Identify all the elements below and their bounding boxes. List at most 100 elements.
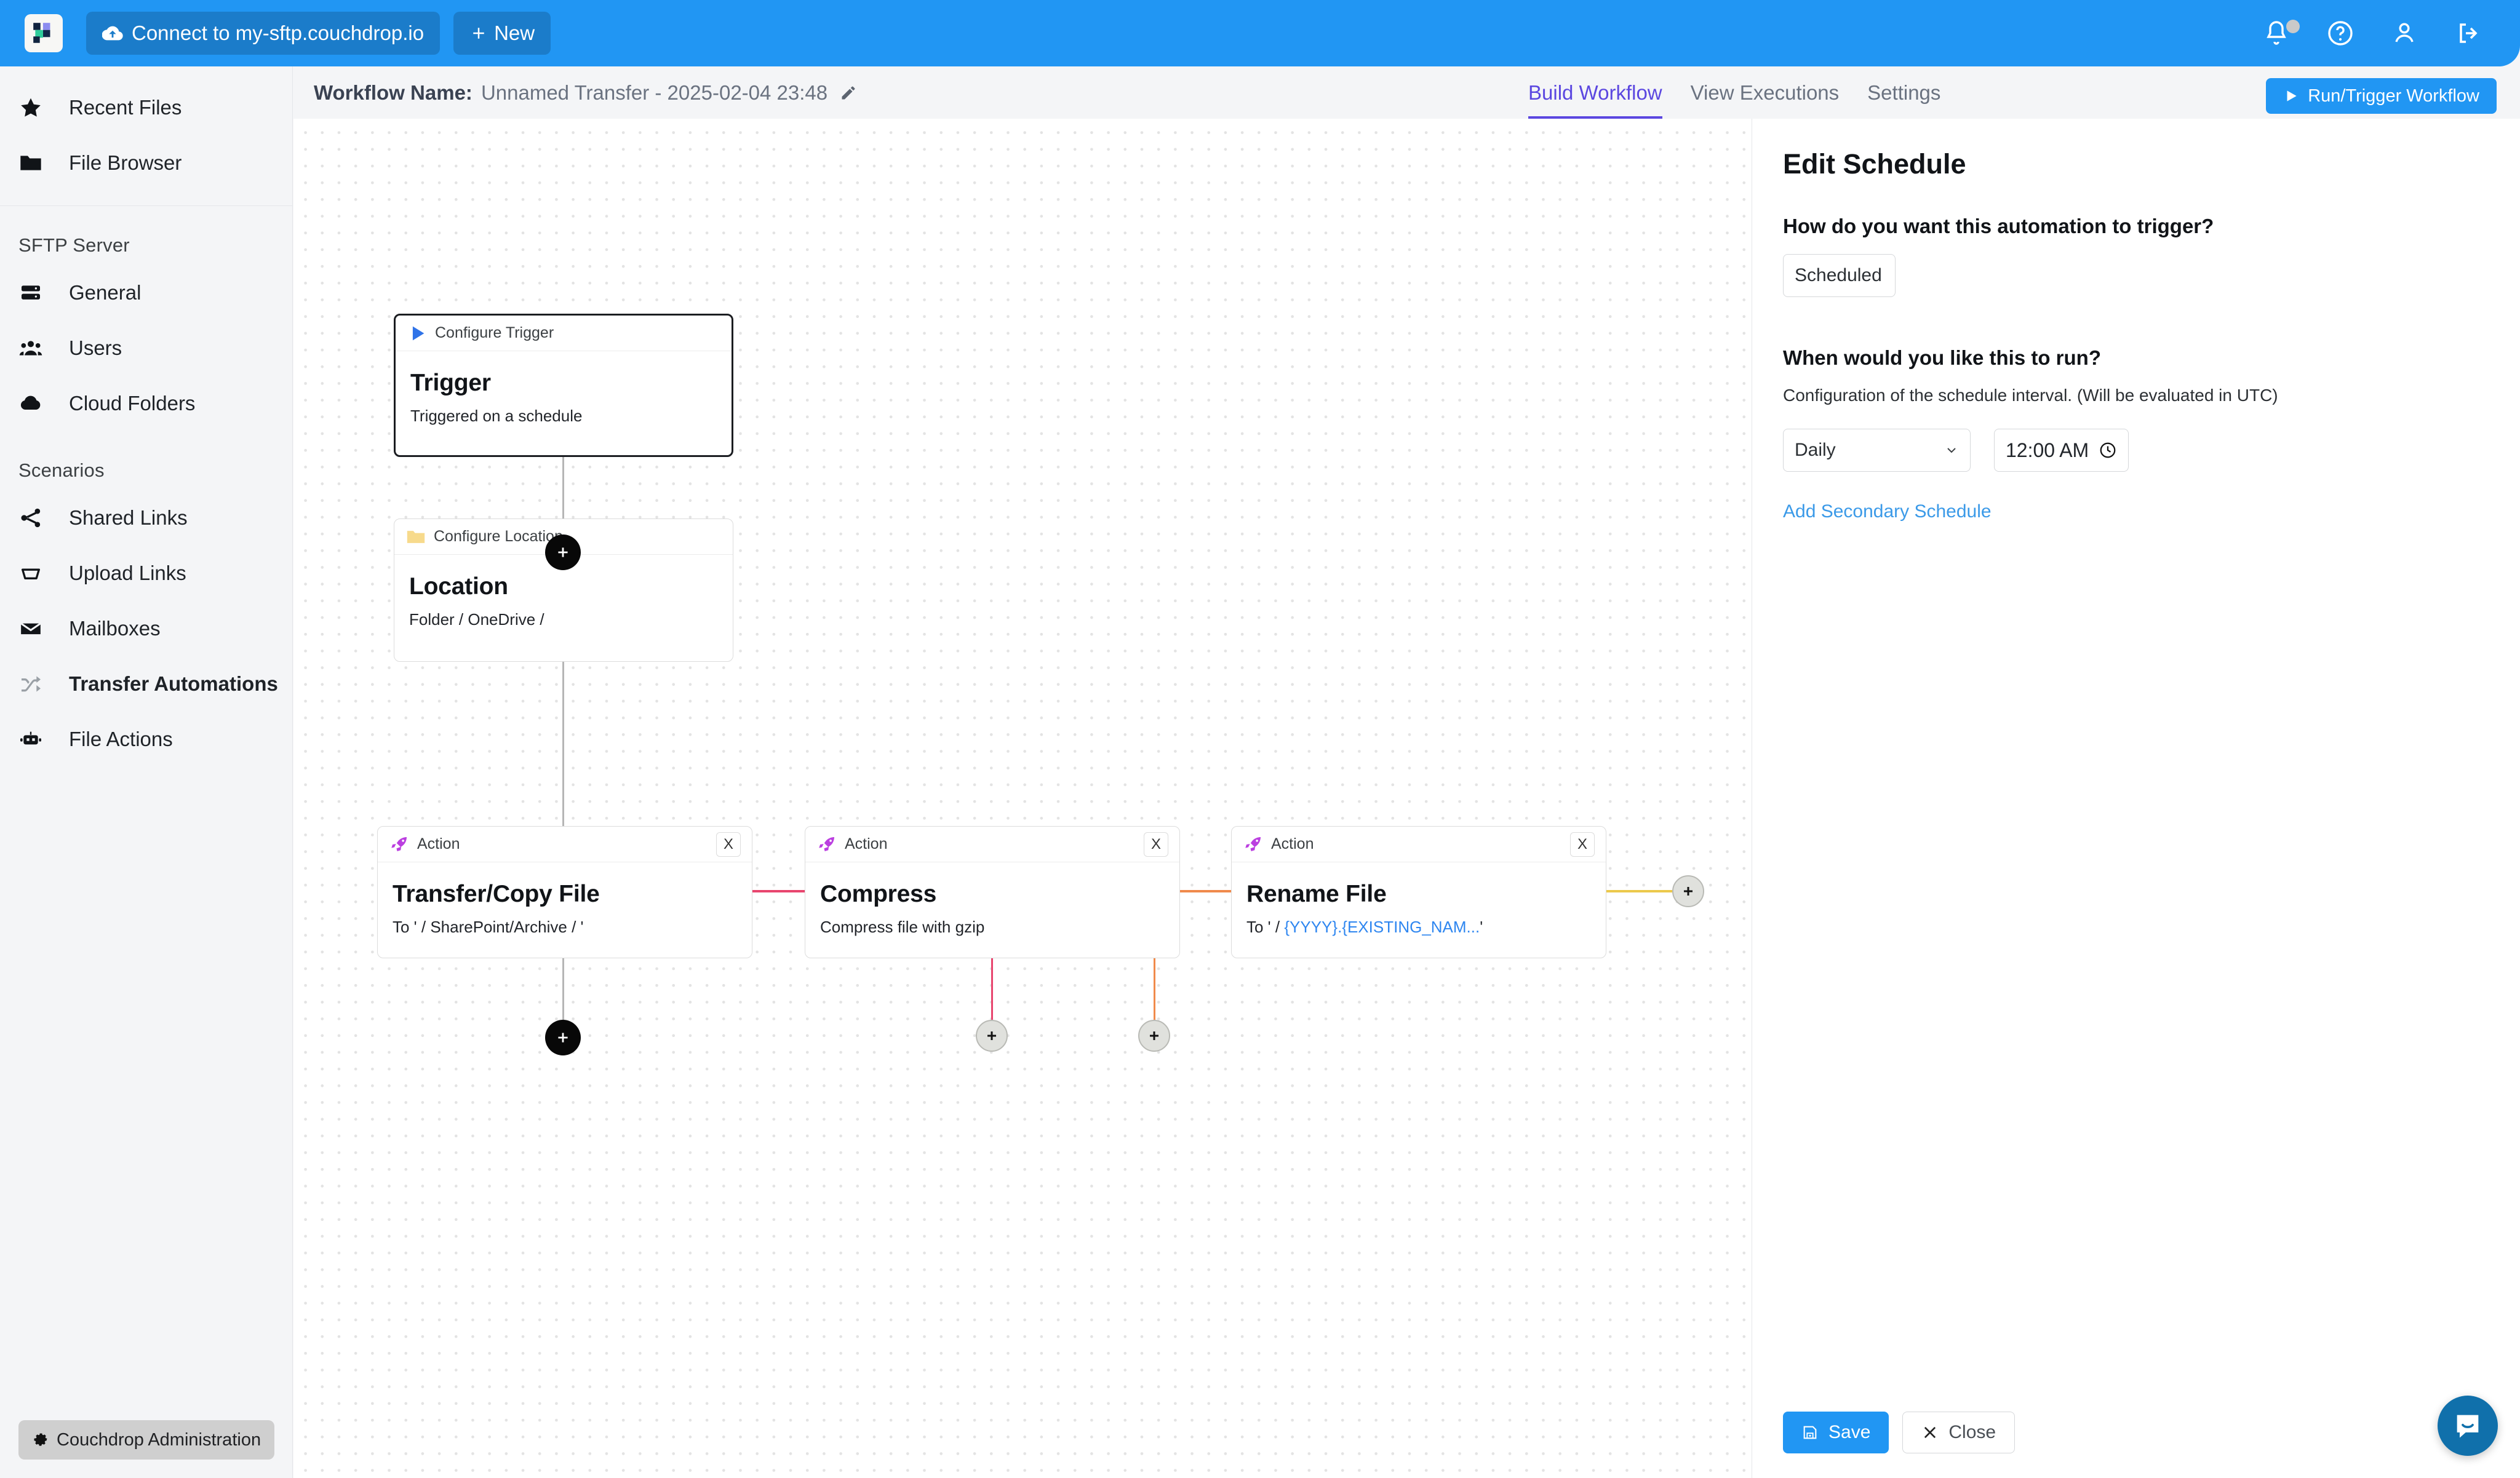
add-step-button-below-action1[interactable]: [545, 1020, 581, 1055]
trigger-question-label: How do you want this automation to trigg…: [1783, 215, 2214, 237]
logout-icon[interactable]: [2454, 18, 2483, 48]
cloud-icon: [18, 391, 55, 416]
sidebar-label: File Actions: [69, 728, 173, 750]
save-button[interactable]: Save: [1783, 1412, 1889, 1453]
edge-action1-to-action2: [752, 890, 805, 892]
sidebar: Recent Files File Browser SFTP Server Ge…: [0, 66, 293, 1478]
bell-icon[interactable]: [2262, 18, 2300, 48]
add-step-button-after-action3[interactable]: [1672, 875, 1704, 907]
run-trigger-workflow-button[interactable]: Run/Trigger Workflow: [2266, 78, 2497, 114]
connect-sftp-button[interactable]: Connect to my-sftp.couchdrop.io: [86, 12, 441, 55]
user-icon[interactable]: [2390, 18, 2419, 48]
tab-view-executions[interactable]: View Executions: [1691, 66, 1840, 119]
interval-select[interactable]: Daily: [1783, 429, 1971, 472]
workflow-name-value: Unnamed Transfer - 2025-02-04 23:48: [480, 81, 828, 104]
node-action-compress[interactable]: Action X Compress Compress file with gzi…: [805, 826, 1180, 958]
sidebar-item-cloud-folders[interactable]: Cloud Folders: [0, 376, 292, 431]
node-header-label: Action: [1271, 835, 1314, 852]
subtitle-token: {YYYY}.{EXISTING_NAM...: [1284, 918, 1480, 936]
sidebar-label: File Browser: [69, 151, 182, 174]
tab-label: View Executions: [1690, 81, 1840, 104]
help-circle-icon[interactable]: [2326, 18, 2355, 48]
time-input[interactable]: 12:00 AM: [1994, 429, 2129, 472]
app-logo[interactable]: [25, 14, 63, 52]
cancel-button[interactable]: Close: [1902, 1412, 2016, 1453]
tab-build-workflow[interactable]: Build Workflow: [1528, 66, 1662, 119]
sidebar-item-transfer-automations[interactable]: Transfer Automations: [0, 656, 292, 712]
node-title: Trigger: [410, 370, 491, 396]
close-icon[interactable]: X: [716, 832, 741, 857]
rocket-icon: [816, 834, 837, 855]
close-button-label: Close: [1948, 1422, 1996, 1442]
x-icon: [1924, 1426, 1936, 1439]
node-header-label: Action: [417, 835, 460, 852]
play-triangle-icon: [407, 323, 428, 344]
shuffle-icon: [18, 672, 55, 696]
save-button-label: Save: [1828, 1422, 1871, 1442]
sidebar-item-mailboxes[interactable]: Mailboxes: [0, 601, 292, 656]
workflow-tabs: Build Workflow View Executions Settings: [1528, 66, 1940, 119]
chat-bubble-icon: [2457, 1415, 2479, 1438]
top-bar: Connect to my-sftp.couchdrop.io New: [0, 0, 2520, 66]
workflow-canvas[interactable]: Configure Trigger Trigger Triggered on a…: [293, 119, 1752, 1478]
edge-trigger-to-location: [562, 457, 564, 518]
node-title: Compress: [820, 881, 937, 907]
sidebar-item-users[interactable]: Users: [0, 320, 292, 376]
add-step-button-below-action2[interactable]: [976, 1020, 1008, 1052]
connect-sftp-label: Connect to my-sftp.couchdrop.io: [132, 22, 425, 44]
app-root: Connect to my-sftp.couchdrop.io New Rece…: [0, 0, 2520, 1478]
sidebar-label: Shared Links: [69, 506, 188, 529]
sidebar-label: General: [69, 281, 142, 304]
sidebar-item-shared-links[interactable]: Shared Links: [0, 490, 292, 546]
when-question-label: When would you like this to run?: [1783, 346, 2101, 369]
run-button-label: Run/Trigger Workflow: [2308, 85, 2479, 106]
schedule-controls-row: Daily 12:00 AM: [1752, 429, 2520, 472]
sidebar-item-file-browser[interactable]: File Browser: [0, 135, 292, 191]
close-icon[interactable]: X: [1144, 832, 1168, 857]
gear-icon: [34, 1433, 47, 1446]
new-button[interactable]: New: [453, 12, 551, 55]
plus-icon: [473, 28, 484, 39]
node-action-transfer-copy-file[interactable]: Action X Transfer/Copy File To ' / Share…: [377, 826, 752, 958]
plus-icon: [558, 1033, 568, 1043]
pencil-icon[interactable]: [840, 84, 857, 101]
interval-select-value: Daily: [1795, 440, 1836, 460]
rocket-icon: [1243, 834, 1264, 855]
star-icon: [18, 95, 55, 120]
edge-action3-down: [1154, 958, 1155, 1020]
node-body: Transfer/Copy File To ' / SharePoint/Arc…: [378, 862, 752, 937]
panel-title: Edit Schedule: [1783, 148, 1966, 180]
close-icon[interactable]: X: [1570, 832, 1595, 857]
node-action-rename-file[interactable]: Action X Rename File To ' / {YYYY}.{EXIS…: [1231, 826, 1606, 958]
share-icon: [18, 506, 55, 530]
workflow-name-label: Workflow Name:: [314, 81, 472, 104]
tab-settings[interactable]: Settings: [1867, 66, 1940, 119]
sidebar-item-recent-files[interactable]: Recent Files: [0, 80, 292, 135]
inbox-icon: [18, 561, 55, 586]
sidebar-item-general[interactable]: General: [0, 265, 292, 320]
node-subtitle: Triggered on a schedule: [410, 407, 583, 425]
couchdrop-administration-button[interactable]: Couchdrop Administration: [18, 1420, 275, 1460]
cloud-upload-icon: [102, 26, 123, 41]
node-trigger[interactable]: Configure Trigger Trigger Triggered on a…: [394, 314, 733, 457]
plus-icon: [558, 547, 568, 557]
intercom-chat-button[interactable]: [2438, 1396, 2498, 1456]
edge-action2-down: [991, 958, 993, 1020]
envelope-icon: [18, 616, 55, 641]
node-body: Rename File To ' / {YYYY}.{EXISTING_NAM.…: [1232, 862, 1606, 937]
tab-label: Settings: [1867, 81, 1941, 104]
add-step-button-between-location-and-action[interactable]: [545, 534, 581, 570]
trigger-select-value: Scheduled: [1795, 265, 1882, 285]
panel-footer: Save Close: [1783, 1412, 2016, 1453]
sidebar-item-file-actions[interactable]: File Actions: [0, 712, 292, 767]
subtitle-suffix: ': [1480, 918, 1483, 936]
trigger-type-select[interactable]: Scheduled: [1783, 254, 1896, 297]
sidebar-label: Transfer Automations: [69, 672, 278, 695]
add-secondary-schedule-link[interactable]: Add Secondary Schedule: [1752, 501, 2520, 522]
node-header: Configure Trigger: [396, 316, 732, 351]
plus-icon: [1684, 887, 1693, 896]
add-step-button-below-action3[interactable]: [1138, 1020, 1170, 1052]
node-body: Trigger Triggered on a schedule: [396, 351, 732, 426]
floppy-icon: [1803, 1426, 1817, 1439]
sidebar-item-upload-links[interactable]: Upload Links: [0, 546, 292, 601]
